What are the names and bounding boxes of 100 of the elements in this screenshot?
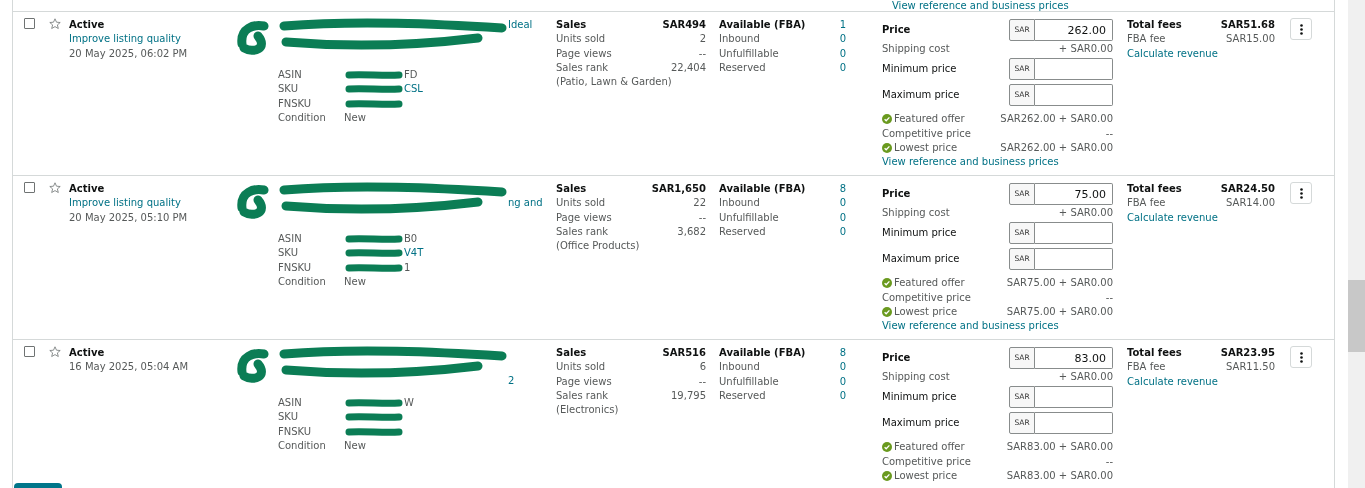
price-input[interactable] xyxy=(1035,386,1113,409)
price-input[interactable] xyxy=(1035,222,1113,245)
metric-value: -- xyxy=(698,210,706,225)
more-menu-button[interactable] xyxy=(1290,182,1312,204)
more-menu-button[interactable] xyxy=(1290,18,1312,40)
more-icon xyxy=(1299,23,1303,35)
status-label: Active xyxy=(69,346,106,360)
metric-value: SAR11.50 xyxy=(1226,360,1275,375)
metric-label: Reserved xyxy=(719,224,766,239)
metric-label: Units sold xyxy=(556,360,606,375)
checkbox[interactable] xyxy=(24,182,35,193)
metric-label: Total fees xyxy=(1127,182,1182,196)
status-label: Active xyxy=(69,18,106,32)
detail-label: Condition xyxy=(278,110,327,125)
metric-value: 6 xyxy=(699,360,706,375)
metric-label: Sales rank xyxy=(556,60,609,75)
price-input[interactable]: 83.00 xyxy=(1035,347,1113,369)
offer-label: Lowest price xyxy=(894,469,958,481)
action-button[interactable] xyxy=(14,483,62,488)
sku-link[interactable]: CSL xyxy=(404,82,423,97)
metric-value: 2 xyxy=(699,32,706,47)
metric-value: SAR51.68 xyxy=(1220,18,1275,32)
detail-label: SKU xyxy=(278,410,299,425)
metric-label: Inbound xyxy=(719,196,760,211)
detail-label: Condition xyxy=(278,438,327,453)
detail-value: New xyxy=(344,110,366,125)
detail-label: SKU xyxy=(278,246,299,261)
detail-label: ASIN xyxy=(278,396,303,410)
metric-value: 19,795 xyxy=(671,388,706,403)
offer-value: SAR83.00 + SAR0.00 xyxy=(1006,468,1113,483)
detail-value: 1 xyxy=(404,260,411,275)
detail-label: FNSKU xyxy=(278,96,313,111)
metric-label: Sales rank xyxy=(556,388,609,403)
field-label: Price xyxy=(882,350,911,365)
price-input[interactable] xyxy=(1035,58,1113,81)
detail-label: ASIN xyxy=(278,68,303,82)
detail-label: FNSKU xyxy=(278,424,313,439)
offer-value: SAR262.00 + SAR0.00 xyxy=(1000,112,1113,127)
shipping-label: Shipping cost xyxy=(882,370,950,384)
metric-value: 0 xyxy=(839,46,846,61)
reference-prices-link[interactable]: View reference and business prices xyxy=(892,0,1069,11)
metric-label: Inbound xyxy=(719,32,760,47)
date-text: 20 May 2025, 06:02 PM xyxy=(69,46,189,61)
product-title-link[interactable]: Ideal xyxy=(508,19,533,30)
metric-label: Available (FBA) xyxy=(719,18,806,32)
status-label: Active xyxy=(69,182,106,196)
metric-value: SAR14.00 xyxy=(1226,196,1275,211)
scrollbar-thumb[interactable] xyxy=(1348,280,1365,352)
listing-quality-link[interactable]: Improve listing quality xyxy=(69,197,181,209)
offer-label: Lowest price xyxy=(894,141,958,153)
metric-value: -- xyxy=(698,374,706,389)
offer-value: -- xyxy=(1105,126,1113,141)
offer-label: Featured offer xyxy=(894,277,965,289)
metric-value: 8 xyxy=(839,346,846,360)
metric-value: 0 xyxy=(839,388,846,403)
product-title-link[interactable]: ng and xyxy=(508,197,543,208)
listing-quality-link[interactable]: Improve listing quality xyxy=(69,33,181,45)
category-text: (Patio, Lawn & Garden) xyxy=(556,75,673,90)
metric-value: 3,682 xyxy=(677,224,706,239)
calculate-revenue-link[interactable]: Calculate revenue xyxy=(1127,211,1218,223)
metric-value: SAR516 xyxy=(662,346,706,360)
metric-value: -- xyxy=(698,46,706,61)
calculate-revenue-link[interactable]: Calculate revenue xyxy=(1127,375,1218,387)
offer-value: SAR83.00 + SAR0.00 xyxy=(1006,440,1113,455)
metric-label: Unfulfillable xyxy=(719,374,779,389)
metric-value: SAR23.95 xyxy=(1220,346,1275,360)
metric-value: 0 xyxy=(839,360,846,375)
more-menu-button[interactable] xyxy=(1290,346,1312,368)
price-input[interactable]: 75.00 xyxy=(1035,183,1113,205)
metric-value: 22 xyxy=(693,196,706,211)
price-input[interactable] xyxy=(1035,412,1113,435)
field-label: Minimum price xyxy=(882,390,957,405)
star-icon[interactable] xyxy=(49,18,61,30)
metric-value: SAR24.50 xyxy=(1220,182,1275,196)
metric-value: SAR494 xyxy=(662,18,706,32)
metric-value: 0 xyxy=(839,32,846,47)
date-text: 16 May 2025, 05:04 AM xyxy=(69,360,190,375)
star-icon[interactable] xyxy=(49,346,61,358)
offer-label: Lowest price xyxy=(894,305,958,317)
metric-value: 8 xyxy=(839,182,846,196)
calculate-revenue-link[interactable]: Calculate revenue xyxy=(1127,47,1218,59)
price-input[interactable]: 262.00 xyxy=(1035,19,1113,41)
metric-value: 0 xyxy=(839,210,846,225)
reference-prices-link[interactable]: View reference and business prices xyxy=(882,320,1059,332)
price-input[interactable] xyxy=(1035,84,1113,107)
category-text: (Office Products) xyxy=(556,239,641,254)
more-icon xyxy=(1299,187,1303,199)
star-icon[interactable] xyxy=(49,182,61,194)
metric-label: Unfulfillable xyxy=(719,46,779,61)
metric-label: Units sold xyxy=(556,196,606,211)
checkbox[interactable] xyxy=(24,18,35,29)
price-input[interactable] xyxy=(1035,248,1113,271)
checkbox[interactable] xyxy=(24,346,35,357)
metric-value: 0 xyxy=(839,224,846,239)
metric-label: Reserved xyxy=(719,60,766,75)
sku-link[interactable]: V4T xyxy=(404,246,424,261)
metric-label: Units sold xyxy=(556,32,606,47)
offer-label: Competitive price xyxy=(882,127,971,139)
product-title-link[interactable]: 2 xyxy=(508,375,515,386)
reference-prices-link[interactable]: View reference and business prices xyxy=(882,156,1059,168)
